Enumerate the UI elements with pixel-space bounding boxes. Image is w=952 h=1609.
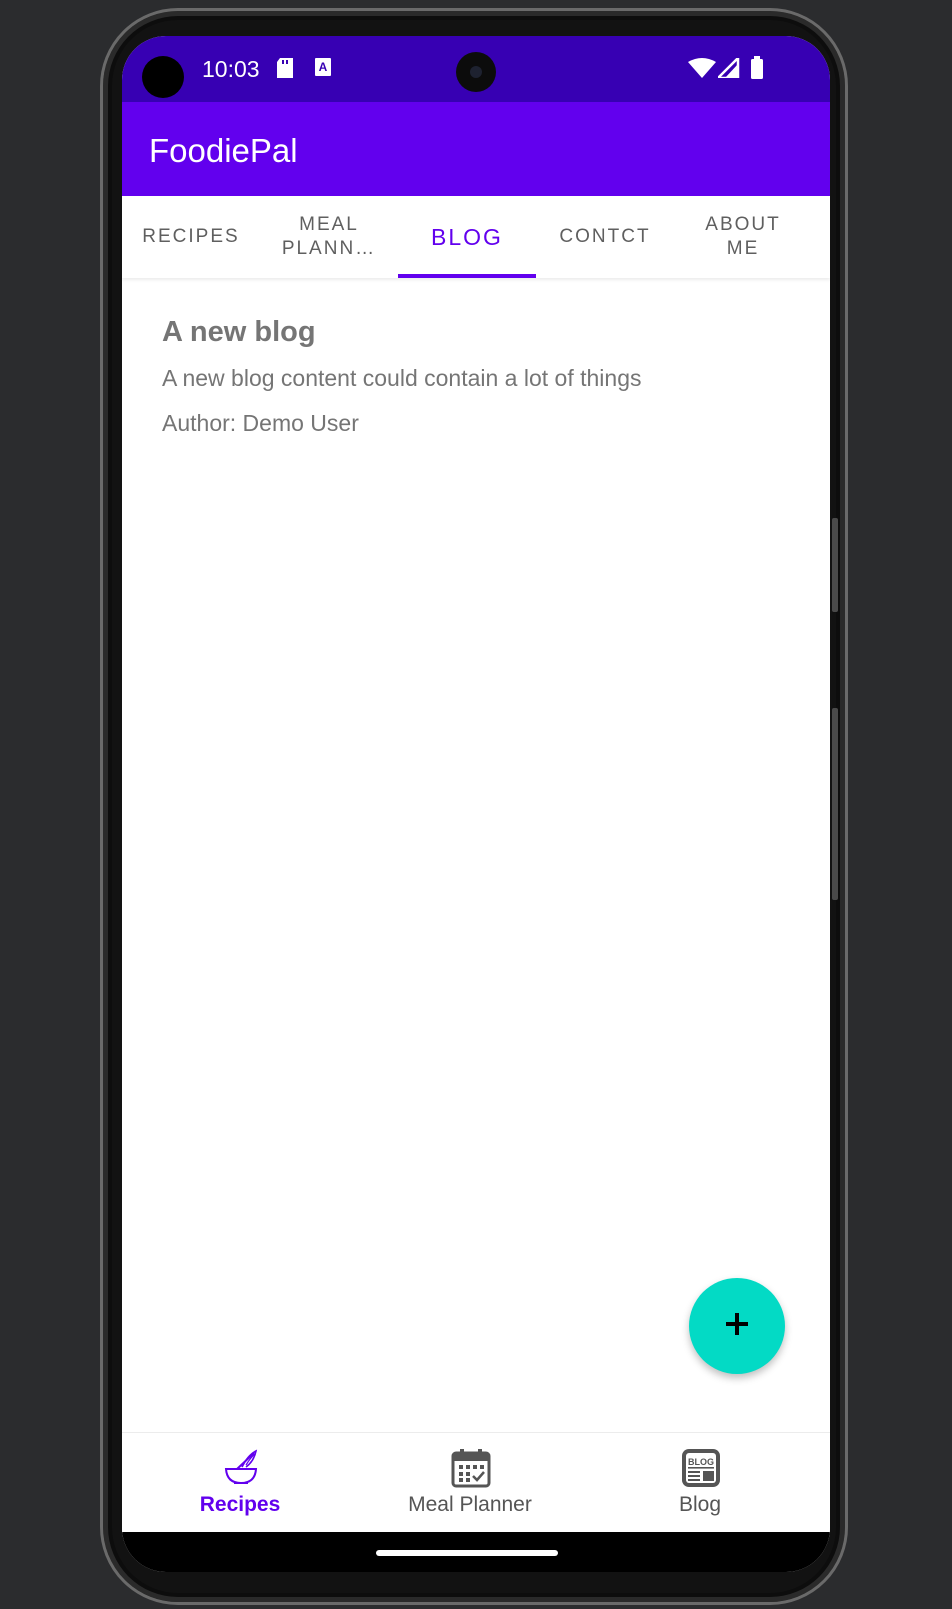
- blog-post[interactable]: A new blog A new blog content could cont…: [162, 316, 782, 437]
- power-button: [832, 708, 838, 900]
- signal-icon: [714, 54, 740, 83]
- keyboard-a-icon: A: [314, 57, 332, 82]
- tab-label: RECIPES: [142, 226, 240, 247]
- bottom-navigation: Recipes Meal Planner BLOG Blog: [122, 1432, 830, 1533]
- bowl-whisk-icon: [220, 1447, 262, 1489]
- nav-item-recipes[interactable]: Recipes: [122, 1433, 358, 1533]
- tab-label: ABOUT ME: [705, 214, 781, 259]
- nav-label-meal-planner: Meal Planner: [408, 1493, 532, 1516]
- tab-label: BLOG: [431, 224, 503, 250]
- status-time: 10:03: [202, 56, 260, 82]
- screen: 10:03 A FoodiePal RECIPES MEAL PLANN… BL…: [122, 36, 830, 1572]
- plus-icon: [724, 1311, 750, 1342]
- battery-icon: [750, 56, 764, 85]
- add-fab-button[interactable]: [689, 1278, 785, 1374]
- volume-button: [832, 518, 838, 612]
- calendar-icon: [450, 1447, 492, 1489]
- blog-content: A new blog content could contain a lot o…: [162, 365, 642, 391]
- wifi-icon: [688, 58, 716, 83]
- nav-label-recipes: Recipes: [199, 1493, 281, 1516]
- tab-blog[interactable]: BLOG: [398, 196, 536, 278]
- front-camera-cutout: [142, 56, 184, 98]
- gesture-navigation-bar: [122, 1532, 830, 1572]
- nav-item-blog[interactable]: BLOG Blog: [582, 1433, 818, 1533]
- sd-card-icon: [276, 57, 294, 84]
- tab-label: MEAL PLANN…: [281, 214, 377, 259]
- nav-item-meal-planner[interactable]: Meal Planner: [352, 1433, 588, 1533]
- svg-text:A: A: [319, 60, 328, 74]
- app-title: FoodiePal: [149, 132, 298, 169]
- tab-bar: RECIPES MEAL PLANN… BLOG CONTCT ABOUT ME: [122, 196, 830, 278]
- blog-title: A new blog: [162, 316, 316, 348]
- status-bar: 10:03 A: [122, 36, 830, 102]
- tab-label: CONTCT: [559, 226, 651, 247]
- blog-author: Author: Demo User: [162, 410, 359, 436]
- tab-about-me[interactable]: ABOUT ME: [674, 196, 812, 278]
- home-gesture-handle[interactable]: [376, 1550, 558, 1556]
- app-bar: FoodiePal: [122, 102, 830, 196]
- svg-text:BLOG: BLOG: [688, 1457, 714, 1467]
- tab-meal-planner[interactable]: MEAL PLANN…: [260, 196, 398, 278]
- blog-icon: BLOG: [680, 1447, 722, 1489]
- nav-label-blog: Blog: [678, 1493, 722, 1516]
- tab-contact[interactable]: CONTCT: [536, 196, 674, 278]
- center-camera-cutout: [456, 52, 496, 92]
- tab-recipes[interactable]: RECIPES: [122, 196, 260, 278]
- tab-indicator: [398, 274, 536, 278]
